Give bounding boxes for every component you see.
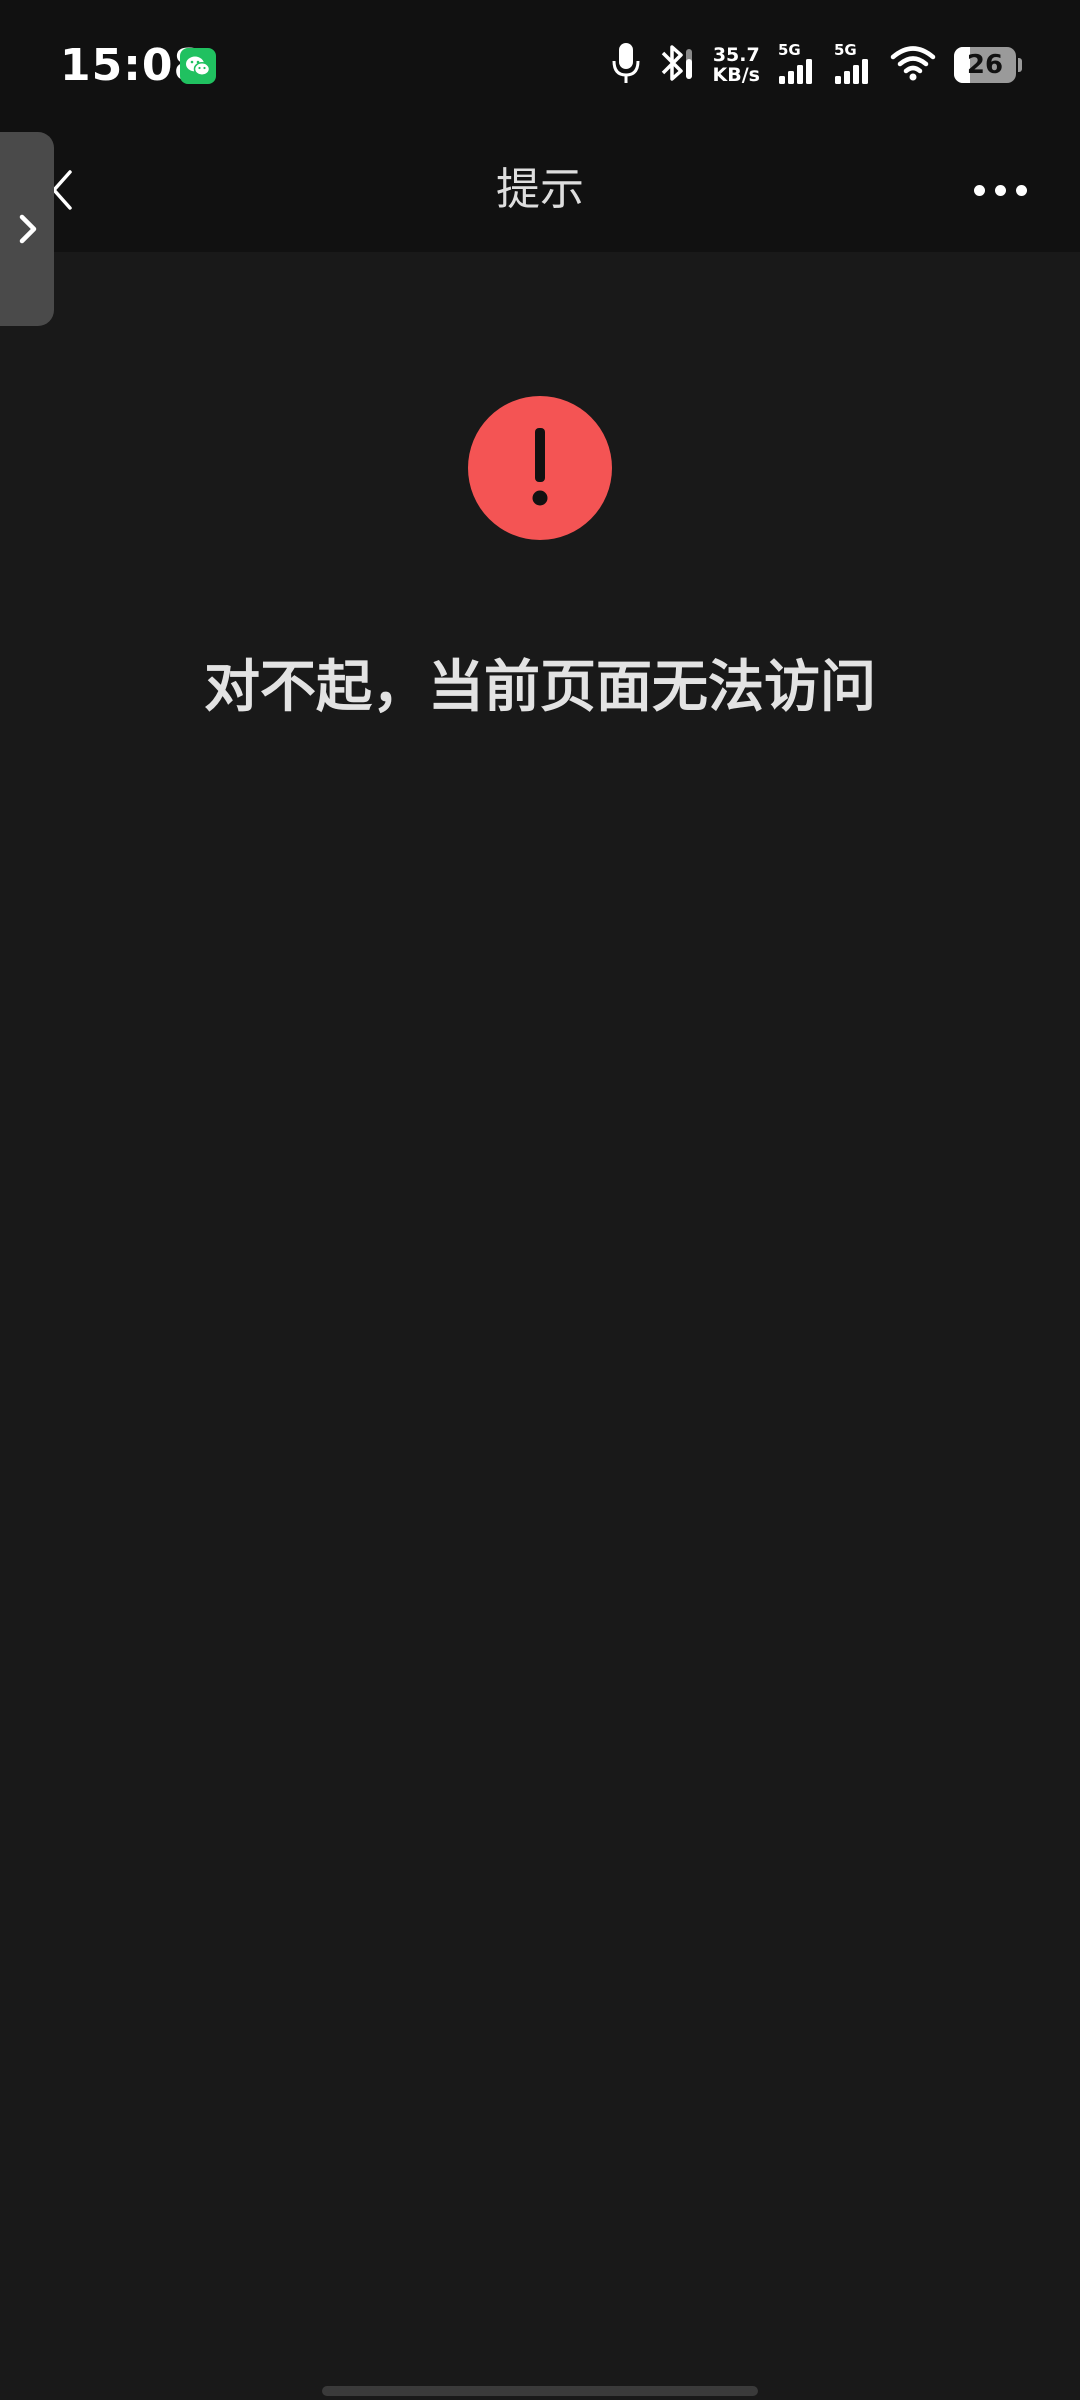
status-bar: 15:08 35.7 KB/s 5G 5G 26 [0,0,1080,128]
error-message: 对不起，当前页面无法访问 [204,655,876,720]
error-icon [468,396,612,540]
sim1-signal: 5G [778,42,816,88]
wechat-notification-icon [180,48,216,84]
battery-icon: 26 [954,47,1016,83]
sim2-label: 5G [834,41,857,59]
signal-icon [834,58,872,88]
nav-bar: 提示 [0,128,1080,252]
battery-level: 26 [966,50,1004,80]
sim2-signal: 5G [834,42,872,88]
more-dot-icon [1015,184,1027,196]
wifi-icon [890,44,936,86]
network-speed-unit: KB/s [712,64,760,86]
signal-icon [778,58,816,88]
microphone-icon [611,41,641,89]
battery-tip [1018,58,1022,72]
home-indicator[interactable] [322,2386,758,2396]
network-speed-value: 35.7 [712,44,760,66]
bluetooth-icon [659,41,695,89]
chevron-right-icon [19,214,37,244]
sim1-label: 5G [778,41,801,59]
more-dot-icon [973,184,985,196]
status-icons: 35.7 KB/s 5G 5G 26 [611,40,1022,90]
floating-side-tab[interactable] [0,132,54,326]
more-dot-icon [994,184,1006,196]
network-speed: 35.7 KB/s [713,45,760,85]
page-title: 提示 [496,164,584,215]
more-button[interactable] [960,158,1040,222]
exclamation-icon [532,428,548,506]
